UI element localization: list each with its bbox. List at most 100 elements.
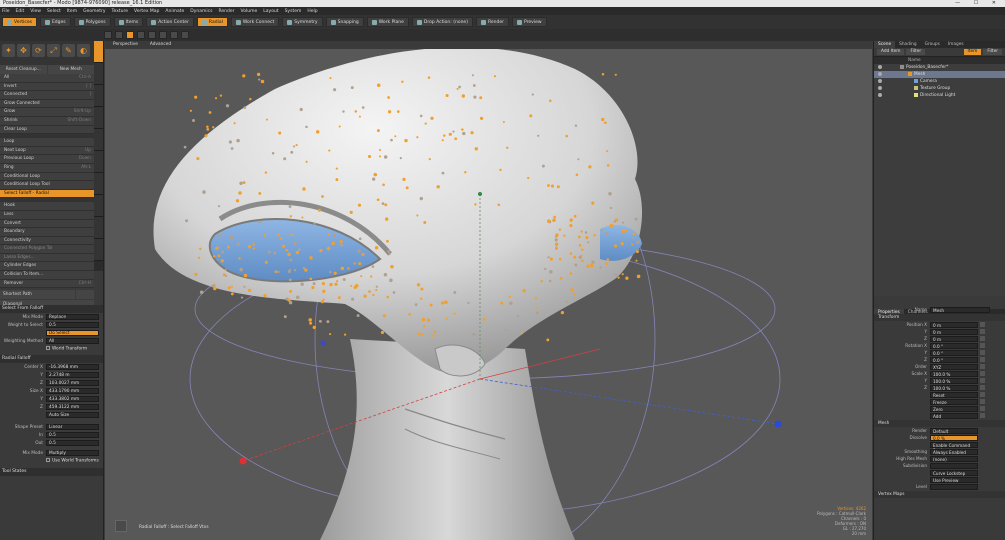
reset-icon[interactable] <box>980 399 985 404</box>
property-value[interactable]: XYZ <box>930 363 978 370</box>
select-command[interactable]: Convert <box>0 219 94 229</box>
reset-icon[interactable] <box>980 385 985 390</box>
reset-icon[interactable] <box>980 336 985 341</box>
view-name[interactable]: Perspective <box>113 41 138 49</box>
sculpt-icon[interactable]: ✎ <box>62 44 75 57</box>
lock-icon[interactable] <box>137 31 145 39</box>
select-command[interactable]: Remover Ctrl-H <box>0 279 94 289</box>
reset-icon[interactable] <box>980 392 985 397</box>
menu-item[interactable]: Select <box>47 9 61 14</box>
outliner-item[interactable]: Poseidon_Basecfer* <box>874 64 1005 71</box>
menu-item[interactable]: Dynamics <box>190 9 212 14</box>
tab-uv[interactable] <box>94 107 103 129</box>
visibility-eye-icon[interactable] <box>878 72 882 76</box>
window-controls[interactable]: — ☐ ✕ <box>955 0 1002 7</box>
tool-states-title[interactable]: Tool States <box>0 468 103 476</box>
select-command[interactable]: Ring Alt-L <box>0 163 94 173</box>
property-value[interactable]: Freeze <box>930 398 978 405</box>
toolbar-button[interactable]: Action Center <box>146 17 194 27</box>
3d-viewport[interactable]: Perspective Advanced Radial Falloff: Se… <box>105 41 872 540</box>
toolbar-button[interactable]: Preview <box>512 17 547 27</box>
select-command[interactable]: Grow Shift-Up <box>0 108 94 117</box>
select-command[interactable]: Conditional Loop <box>0 172 94 182</box>
reset-icon[interactable] <box>980 343 985 348</box>
shade-icon[interactable] <box>181 31 189 39</box>
panel-tab[interactable]: Shading <box>895 41 920 48</box>
camera-icon[interactable] <box>148 31 156 39</box>
select-command[interactable]: All Ctrl-A <box>0 74 94 83</box>
toolbar-button[interactable]: Work Connect <box>230 17 280 27</box>
tab-model[interactable] <box>94 63 103 85</box>
menu-item[interactable]: Texture <box>112 9 128 14</box>
mesh-section[interactable]: Mesh <box>874 420 1005 427</box>
menu-item[interactable]: Edit <box>16 9 25 14</box>
property-value[interactable]: Enable Command Regi... <box>930 441 978 453</box>
vertex-maps-section[interactable]: Vertex Maps <box>874 491 1005 498</box>
shortest-path-options[interactable] <box>76 290 94 300</box>
menu-item[interactable]: Help <box>307 9 317 14</box>
reset-icon[interactable] <box>980 406 985 411</box>
select-command[interactable]: Next Loop Up <box>0 146 94 156</box>
wire-icon[interactable] <box>170 31 178 39</box>
panel-tab[interactable]: Images <box>944 41 968 48</box>
tab-setup[interactable] <box>94 195 103 217</box>
tab-animate[interactable] <box>94 217 103 239</box>
reset-icon[interactable] <box>980 413 985 418</box>
select-command[interactable]: Select Falloff - Radial <box>0 189 94 199</box>
property-value[interactable]: 0.0 % <box>930 434 978 441</box>
select-icon[interactable]: ✦ <box>2 44 15 57</box>
reset-icon[interactable] <box>980 357 985 362</box>
toolbar-button[interactable]: Polygons <box>73 17 111 27</box>
visibility-eye-icon[interactable] <box>878 93 882 97</box>
select-command[interactable]: Clear Loop <box>0 125 94 135</box>
menu-item[interactable]: Vertex Map <box>134 9 159 14</box>
shape-select[interactable]: Linear <box>46 424 99 430</box>
move-icon[interactable]: ✥ <box>17 44 30 57</box>
reset-icon[interactable] <box>980 350 985 355</box>
property-value[interactable]: Reset <box>930 391 978 398</box>
tab-render[interactable] <box>94 173 103 195</box>
menu-item[interactable]: Render <box>218 9 234 14</box>
scale-icon[interactable]: ⤢ <box>47 44 60 57</box>
toolbar-button[interactable]: Radial <box>196 17 228 27</box>
select-command[interactable]: Lasso Edges... <box>0 253 94 263</box>
toolbar-button[interactable]: Edges <box>39 17 71 27</box>
out-field[interactable]: 0.5 <box>46 440 99 446</box>
shortest-path-button[interactable]: Shortest Path <box>0 290 75 300</box>
property-value[interactable]: 100.0 % <box>930 377 978 384</box>
property-value[interactable]: 0 m <box>930 321 978 328</box>
mix-select[interactable]: Multiply <box>46 450 99 456</box>
tab-deform[interactable] <box>94 85 103 107</box>
rotate-icon[interactable]: ⟳ <box>32 44 45 57</box>
property-value[interactable] <box>930 483 978 490</box>
mix-mode-select[interactable]: Replace <box>46 314 99 320</box>
tab-select[interactable] <box>94 41 103 63</box>
property-value[interactable]: 100.0 % <box>930 384 978 391</box>
toolbar-button[interactable]: Work Plane <box>366 17 409 27</box>
select-command[interactable]: Boundary <box>0 228 94 237</box>
shading-mode[interactable]: Advanced <box>150 41 171 49</box>
size-x-field[interactable]: 433.1790 mm <box>46 388 99 394</box>
select-command[interactable]: Connected Polygon Tol <box>0 245 94 254</box>
reset-icon[interactable] <box>980 371 985 376</box>
property-value[interactable]: 0 m <box>930 335 978 342</box>
menu-item[interactable]: File <box>2 9 10 14</box>
alien-head[interactable] <box>153 49 643 373</box>
weight-field[interactable]: 0.5 <box>46 322 99 328</box>
center-z-field[interactable]: 103.0027 mm <box>46 380 99 386</box>
property-value[interactable]: Zero <box>930 405 978 412</box>
property-value[interactable]: Always Enabled <box>930 448 978 455</box>
panel-tab[interactable]: Scene <box>874 41 896 48</box>
in-field[interactable]: 0.5 <box>46 432 99 438</box>
visibility-eye-icon[interactable] <box>878 65 882 69</box>
reset-icon[interactable] <box>980 329 985 334</box>
toolbar-button[interactable]: Items <box>113 17 144 27</box>
toolbar-button[interactable]: Snapping <box>325 17 364 27</box>
panel-tab[interactable]: Groups <box>921 41 944 48</box>
property-value[interactable] <box>930 462 978 469</box>
property-value[interactable]: 0.0 ° <box>930 356 978 363</box>
grid-icon[interactable] <box>115 31 123 39</box>
viewport-canvas[interactable] <box>105 49 872 540</box>
menu-item[interactable]: Animate <box>165 9 184 14</box>
transform-section[interactable]: Transform <box>874 314 1005 321</box>
